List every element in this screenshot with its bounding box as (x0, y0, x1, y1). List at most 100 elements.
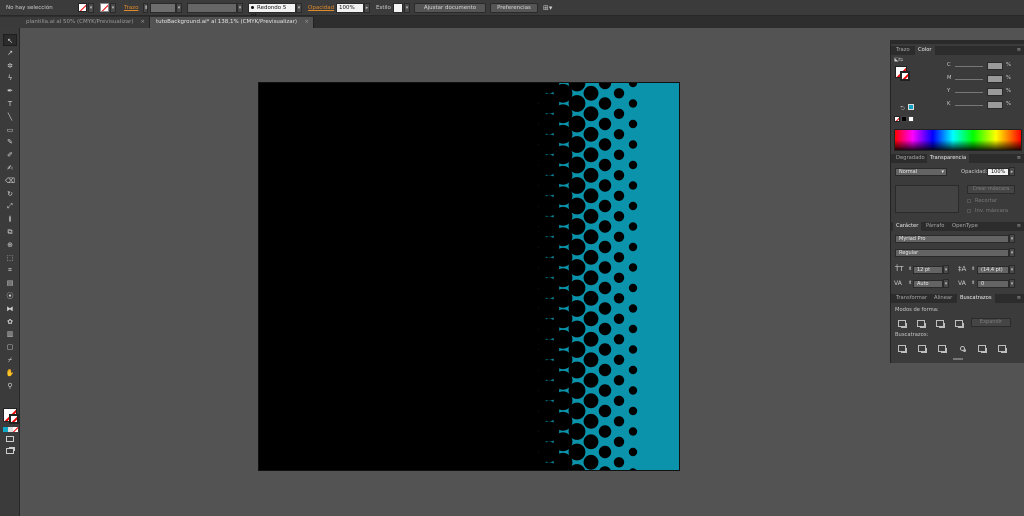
graphic-style-dropdown[interactable]: ▾ (404, 3, 410, 13)
channel-slider-k[interactable] (955, 105, 983, 106)
opacity-dropdown[interactable]: ▸ (364, 3, 370, 13)
drawing-mode-icon[interactable] (6, 436, 14, 442)
pen-tool[interactable]: ✒ (3, 85, 17, 97)
font-size-dropdown[interactable]: ▾ (943, 265, 949, 274)
font-style-dropdown[interactable]: ▾ (1009, 248, 1015, 257)
exclude-icon[interactable] (955, 320, 963, 327)
variable-width-profile[interactable] (187, 3, 237, 13)
graphic-style-swatch[interactable] (393, 3, 403, 13)
make-mask-button[interactable]: Crear máscara (967, 185, 1015, 194)
brush-definition-field[interactable]: Redondo 5 pt. (248, 3, 296, 19)
tab-tutobackground[interactable]: tutoBackground.ai* al 138,1% (CMYK/Previ… (150, 17, 314, 28)
panel-menu-icon[interactable]: ≡ (1017, 155, 1021, 161)
transparency-opacity-field[interactable]: 100% (987, 168, 1009, 176)
channel-field-m[interactable] (987, 75, 1003, 83)
tab-transformar[interactable]: Transformar (893, 294, 930, 303)
halftone-artwork[interactable] (259, 83, 680, 471)
tab-opentype[interactable]: OpenType (949, 222, 981, 231)
rotate-tool[interactable]: ↻ (3, 188, 17, 200)
channel-slider-y[interactable] (955, 92, 983, 93)
panel-menu-icon[interactable]: ≡ (1017, 295, 1021, 301)
clip-checkbox[interactable] (967, 199, 971, 203)
divide-icon[interactable] (898, 345, 906, 352)
tab-parrafo[interactable]: Párrafo (923, 222, 947, 231)
magic-wand-tool[interactable]: ✲ (3, 60, 17, 72)
stroke-weight-stepper[interactable]: ⬍ (143, 3, 148, 13)
tab-color[interactable]: Color (915, 46, 935, 55)
paintbrush-tool[interactable]: ✎ (3, 136, 17, 148)
closest-color-swatch[interactable] (908, 104, 914, 110)
outline-icon[interactable] (978, 345, 986, 352)
opacity-field[interactable]: 100% (336, 3, 364, 13)
trim-icon[interactable] (918, 345, 926, 352)
close-icon[interactable]: × (304, 17, 309, 28)
blob-brush-tool[interactable]: ✍ (3, 162, 17, 174)
channel-slider-m[interactable] (955, 79, 983, 80)
minus-front-icon[interactable] (917, 320, 925, 327)
leading-dropdown[interactable]: ▾ (1009, 265, 1015, 274)
panel-resize-handle[interactable] (953, 358, 963, 360)
opacity-label[interactable]: Opacidad (308, 4, 334, 12)
panel-menu-icon[interactable]: ≡ (1017, 223, 1021, 229)
width-tool[interactable]: ≬ (3, 213, 17, 225)
stroke-weight-dropdown[interactable]: ▾ (176, 3, 182, 13)
leading-field[interactable]: (14,4 pt) (977, 266, 1009, 274)
close-icon[interactable]: × (140, 17, 145, 28)
channel-field-k[interactable] (987, 101, 1003, 109)
stroke-dropdown[interactable]: ▾ (110, 3, 116, 13)
channel-slider-c[interactable] (955, 66, 983, 67)
adjust-document-button[interactable]: Ajustar documento (414, 3, 486, 13)
pencil-tool[interactable]: ✐ (3, 149, 17, 161)
gradient-tool[interactable]: ▤ (3, 277, 17, 289)
column-graph-tool[interactable]: ▥ (3, 328, 17, 340)
fill-dropdown[interactable]: ▾ (88, 3, 94, 13)
kerning-field[interactable]: Auto (913, 280, 943, 288)
default-colors-icon[interactable]: ⬕⇆ (894, 58, 914, 63)
stepper-icon[interactable]: ⬍ (908, 266, 912, 272)
screen-mode-icon[interactable] (6, 448, 14, 454)
blend-mode-select[interactable]: Normal ▾ (895, 168, 947, 176)
tab-degradado[interactable]: Degradado (893, 154, 928, 163)
free-transform-tool[interactable]: ⧉ (3, 226, 17, 238)
panel-stroke-swatch[interactable] (900, 71, 910, 81)
eraser-tool[interactable]: ⌫ (3, 175, 17, 187)
symbol-sprayer-tool[interactable]: ✿ (3, 316, 17, 328)
unite-icon[interactable] (898, 320, 906, 327)
direct-selection-tool[interactable]: ↗ (3, 47, 17, 59)
tab-buscatrazos[interactable]: Buscatrazos (957, 294, 995, 303)
selection-tool[interactable]: ↖ (3, 34, 17, 46)
stroke-swatch[interactable] (100, 3, 109, 12)
stroke-color-swatch[interactable] (9, 414, 19, 424)
eyedropper-tool[interactable]: ⦿ (3, 290, 17, 302)
tab-alinear[interactable]: Alinear (931, 294, 955, 303)
lasso-tool[interactable]: ϟ (3, 72, 17, 84)
hand-tool[interactable]: ✋ (3, 367, 17, 379)
merge-icon[interactable] (938, 345, 946, 352)
font-family-select[interactable]: Myriad Pro (895, 235, 1009, 243)
stroke-label[interactable]: Trazo (124, 4, 138, 12)
panel-menu-icon[interactable]: ≡ (1017, 47, 1021, 53)
tracking-field[interactable]: 0 (977, 280, 1009, 288)
font-size-field[interactable]: 12 pt (913, 266, 943, 274)
stepper-icon[interactable]: ⬍ (971, 266, 975, 272)
font-style-select[interactable]: Regular (895, 249, 1009, 257)
variable-width-dropdown[interactable]: ▾ (237, 3, 243, 13)
invert-mask-checkbox[interactable] (967, 209, 971, 213)
expand-button[interactable]: Expandir (971, 318, 1011, 327)
white-color-swatch[interactable] (908, 116, 914, 122)
out-of-gamut-icon[interactable]: ⮌ (900, 104, 905, 114)
fill-swatch[interactable] (78, 3, 87, 12)
tab-caracter[interactable]: Carácter (893, 222, 922, 231)
tracking-dropdown[interactable]: ▾ (1009, 279, 1015, 288)
tab-transparencia[interactable]: Transparencia (927, 154, 970, 163)
artboard[interactable] (258, 82, 680, 471)
intersect-icon[interactable] (936, 320, 944, 327)
preferences-button[interactable]: Preferencias (490, 3, 538, 13)
arrange-documents-icon[interactable]: ⊞▾ (543, 3, 557, 13)
artboard-tool[interactable]: ▢ (3, 341, 17, 353)
none-mode-icon[interactable] (13, 427, 18, 432)
none-color-swatch[interactable] (894, 116, 900, 122)
transparency-opacity-dropdown[interactable]: ▸ (1009, 167, 1015, 176)
crop-icon[interactable] (960, 346, 965, 351)
tab-trazo[interactable]: Trazo (893, 46, 913, 55)
